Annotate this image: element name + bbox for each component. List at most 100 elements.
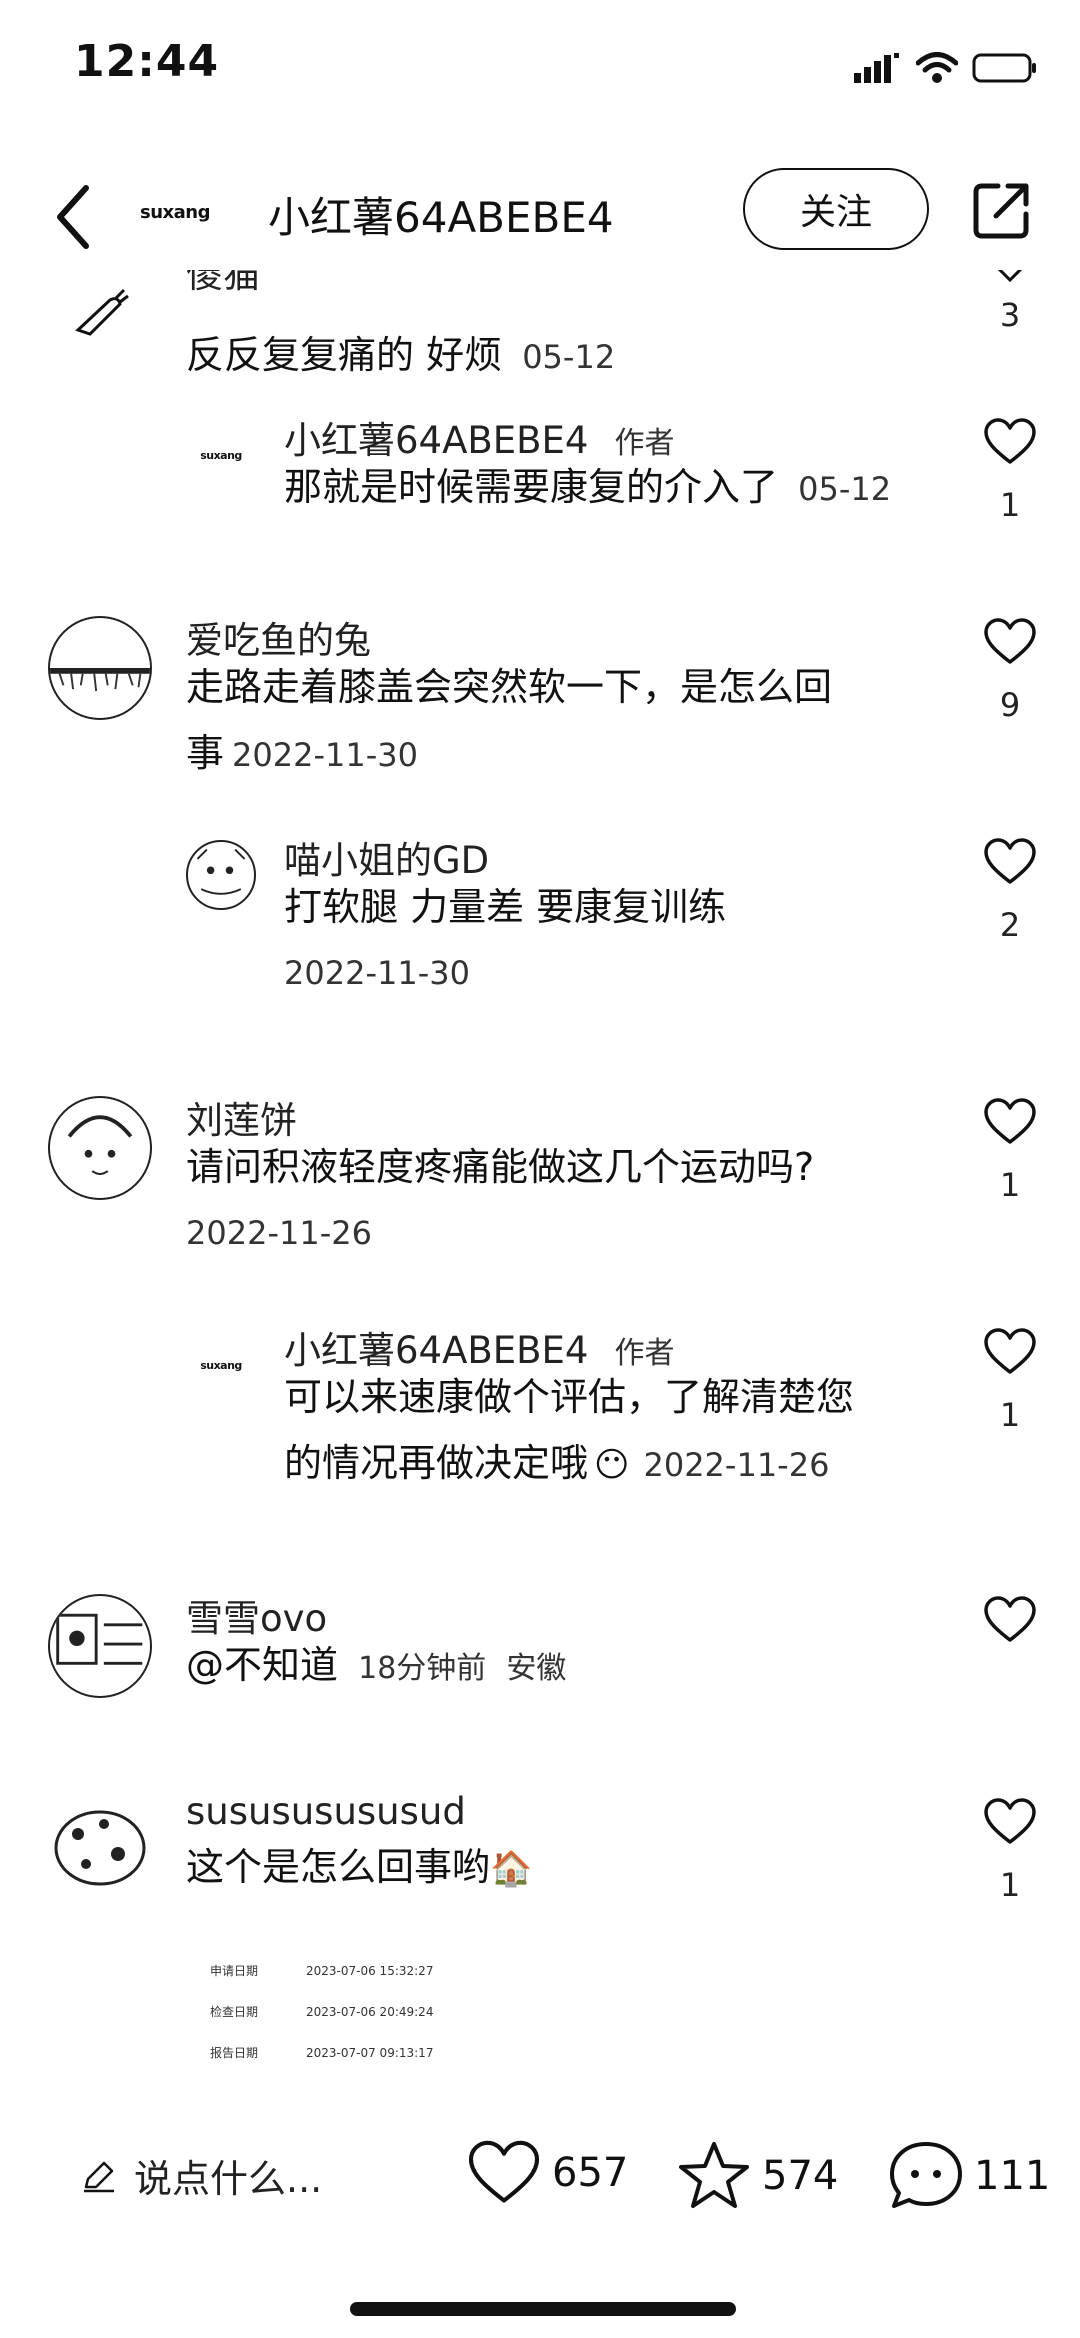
avatar[interactable] — [48, 1096, 152, 1200]
comment-image-attachment[interactable]: 申请日期 2023-07-06 15:32:27 检查日期 2023-07-06 2… — [210, 1950, 433, 2073]
pencil-icon — [84, 2161, 114, 2192]
like-count: 3 — [999, 296, 1021, 334]
comment-text: 请问积液轻度疼痛能做这几个运动吗? 2022-11-26 — [186, 1134, 814, 1266]
comment-item: 爱吃鱼的兔 走路走着膝盖会突然软一下，是怎么回 事 2022-11-30 9 — [0, 610, 1080, 790]
battery-icon — [972, 53, 1036, 83]
comment-username[interactable]: susususususud — [186, 1790, 466, 1833]
comment-note-button[interactable]: 111 — [888, 2140, 1050, 2212]
comment-text-content: 打软腿 力量差 要康复训练 — [284, 885, 727, 929]
table-label: 检查日期 — [210, 2005, 259, 2019]
like-button[interactable]: 1 — [978, 1098, 1042, 1204]
like-count: 2 — [999, 906, 1021, 944]
favorite-total: 574 — [762, 2153, 839, 2199]
reply-item: suxang 小红薯64ABEBE4 作者 那就是时候需要康复的介入了 05-12… — [0, 410, 1080, 550]
table-row: 申请日期 2023-07-06 15:32:27 — [210, 1950, 433, 1991]
comment-input-placeholder: 说点什么... — [134, 2157, 323, 2201]
heart-icon — [984, 1328, 1036, 1374]
comment-item: 刘莲饼 请问积液轻度疼痛能做这几个运动吗? 2022-11-26 1 — [0, 1090, 1080, 1270]
comment-text-line: 走路走着膝盖会突然软一下，是怎么回 — [186, 665, 833, 709]
back-icon[interactable] — [48, 182, 98, 252]
table-value: 2023-07-07 09:13:17 — [306, 2045, 434, 2060]
heart-icon — [984, 838, 1036, 884]
comment-date: 2022-11-26 — [186, 1214, 372, 1252]
cute-face-emoji-icon: 😶 — [594, 1445, 630, 1485]
room-photo-icon — [56, 1613, 143, 1665]
favorite-note-button[interactable]: 574 — [676, 2140, 838, 2212]
comment-date: 18分钟前 — [358, 1651, 487, 1686]
comment-text-line: 可以来速康做个评估，了解清楚您 — [284, 1375, 855, 1419]
comment-date: 2022-11-26 — [643, 1446, 830, 1484]
share-icon[interactable] — [970, 180, 1032, 242]
avatar[interactable] — [48, 1794, 152, 1898]
comment-text-content: 那就是时候需要康复的介入了 — [284, 465, 779, 509]
status-time: 12:44 — [74, 36, 220, 87]
status-bar: 12:44 — [0, 0, 1080, 130]
author-avatar[interactable]: suxang — [140, 202, 210, 223]
comment-text: @不知道 18分钟前 安徽 — [186, 1632, 566, 1702]
avatar[interactable] — [186, 840, 256, 910]
like-count: 9 — [999, 686, 1021, 724]
heart-icon — [984, 1098, 1036, 1144]
comment-bubble-icon — [890, 2142, 962, 2208]
comment-text-content: 反反复复痛的 好烦 — [186, 333, 503, 377]
avatar[interactable] — [70, 288, 130, 338]
reply-item: suxang 小红薯64ABEBE4 作者 可以来速康做个评估，了解清楚您 的情况… — [0, 1320, 1080, 1500]
comment-date: 05-12 — [522, 338, 616, 376]
like-count: 1 — [999, 1166, 1021, 1204]
comment-date: 2022-11-30 — [232, 736, 418, 774]
like-button[interactable]: 2 — [978, 838, 1042, 944]
star-icon — [679, 2142, 749, 2208]
comment-text-line: 事 — [186, 731, 225, 775]
comment-text: 那就是时候需要康复的介入了 05-12 — [284, 454, 891, 522]
comment-item: 傻猫 反反复复痛的 好烦 05-12 3 — [0, 270, 1080, 390]
comment-list[interactable]: 傻猫 反反复复痛的 好烦 05-12 3 suxang 小红薯64ABEBE4 作… — [0, 270, 1080, 2070]
wifi-icon — [916, 52, 958, 83]
cat-photo-icon — [196, 848, 246, 895]
table-label: 申请日期 — [210, 1964, 259, 1978]
like-note-button[interactable]: 657 — [466, 2140, 628, 2206]
bottom-action-bar: 说点什么... 657 574 111 — [0, 2120, 1080, 2230]
avatar[interactable] — [48, 1594, 152, 1698]
chevron-down-icon — [997, 270, 1023, 283]
comment-input[interactable]: 说点什么... — [82, 2148, 322, 2203]
heart-icon — [984, 618, 1036, 664]
comment-item: susususususud 这个是怎么回事哟🏠 1 — [0, 1790, 1080, 1950]
table-value: 2023-07-06 15:32:27 — [306, 1963, 434, 1978]
note-header: suxang 小红薯64ABEBE4 关注 — [0, 160, 1080, 270]
heart-icon — [468, 2140, 540, 2203]
follow-button[interactable]: 关注 — [743, 168, 929, 250]
comment-username[interactable]: 傻猫 — [186, 270, 260, 298]
like-count: 1 — [999, 1866, 1021, 1904]
reply-item: 喵小姐的GD 打软腿 力量差 要康复训练 2022-11-30 2 — [0, 830, 1080, 1000]
comment-date: 2022-11-30 — [284, 954, 470, 992]
like-button[interactable]: 1 — [978, 418, 1042, 524]
like-total: 657 — [552, 2150, 629, 2196]
comment-text: 反反复复痛的 好烦 05-12 — [186, 322, 615, 390]
like-button[interactable]: 1 — [978, 1798, 1042, 1904]
avatar[interactable] — [48, 616, 152, 720]
status-icons — [854, 48, 1038, 88]
comment-location: 安徽 — [506, 1651, 567, 1686]
heart-icon — [984, 418, 1036, 464]
table-value: 2023-07-06 20:49:24 — [306, 2004, 434, 2019]
home-indicator[interactable] — [350, 2302, 736, 2316]
like-button[interactable]: 1 — [978, 1328, 1042, 1434]
like-count: 1 — [999, 486, 1021, 524]
heart-icon — [984, 1596, 1036, 1642]
avatar[interactable]: suxang — [186, 1330, 256, 1400]
like-button[interactable] — [978, 1596, 1042, 1644]
author-name[interactable]: 小红薯64ABEBE4 — [268, 184, 614, 245]
lake-photo-icon — [50, 668, 150, 692]
comment-text: 打软腿 力量差 要康复训练 2022-11-30 — [284, 874, 726, 1006]
comment-text: 走路走着膝盖会突然软一下，是怎么回 事 2022-11-30 — [186, 654, 926, 788]
comment-text: 这个是怎么回事哟🏠 — [186, 1834, 532, 1902]
avatar[interactable]: suxang — [186, 420, 256, 490]
like-button[interactable]: 9 — [978, 618, 1042, 724]
comment-text-line: 的情况再做决定哦 — [284, 1441, 589, 1485]
comment-text: 可以来速康做个评估，了解清楚您 的情况再做决定哦 😶 2022-11-26 — [284, 1364, 944, 1498]
like-count: 1 — [999, 1396, 1021, 1434]
like-button[interactable]: 3 — [978, 270, 1042, 334]
house-sticker-icon: 🏠 — [490, 1849, 533, 1889]
comment-text-content: 请问积液轻度疼痛能做这几个运动吗? — [186, 1145, 815, 1189]
cellular-signal-icon — [854, 53, 899, 83]
